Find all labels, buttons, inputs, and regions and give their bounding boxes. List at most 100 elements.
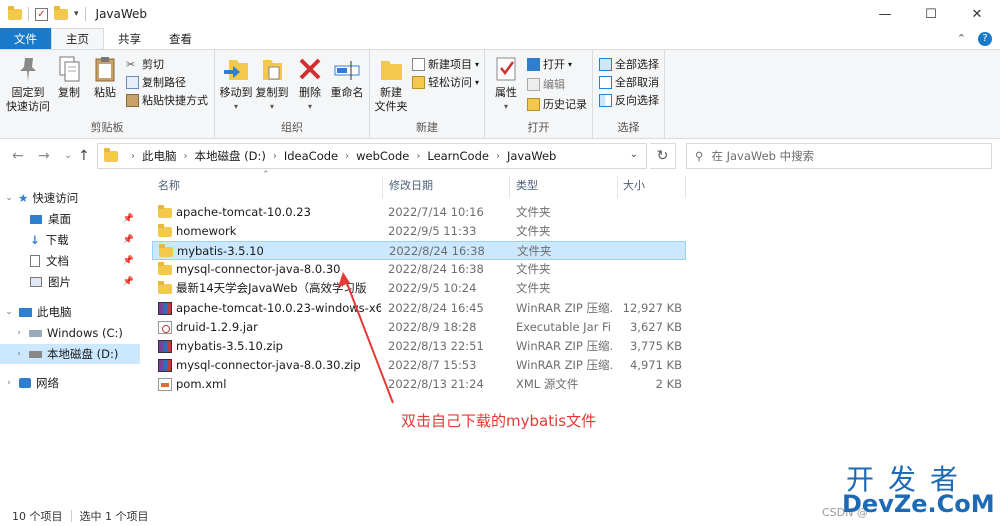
sidebar-item-network[interactable]: › 网络 bbox=[0, 373, 140, 393]
new-folder-quick-icon[interactable] bbox=[54, 5, 68, 20]
properties-quick-icon[interactable]: ✓ bbox=[35, 7, 48, 21]
properties-button[interactable]: 属性 ▾ bbox=[491, 54, 521, 114]
minimize-button[interactable]: — bbox=[862, 0, 908, 28]
chevron-right-icon[interactable]: › bbox=[184, 151, 188, 162]
open-button[interactable]: 打开 ▾ bbox=[527, 56, 572, 72]
file-type: WinRAR ZIP 压缩... bbox=[516, 357, 612, 372]
file-date: 2022/8/13 22:51 bbox=[388, 338, 484, 353]
column-header-size[interactable]: 大小 bbox=[623, 176, 645, 196]
chevron-right-icon[interactable]: › bbox=[14, 349, 24, 359]
tab-view[interactable]: 查看 bbox=[155, 28, 206, 49]
pin-icon[interactable]: 📌 bbox=[123, 277, 134, 287]
back-arrow-icon[interactable]: ← bbox=[12, 148, 24, 164]
new-item-button[interactable]: 新建项目 ▾ bbox=[412, 56, 479, 72]
invert-selection-button[interactable]: 反向选择 bbox=[599, 92, 659, 108]
file-date: 2022/8/24 16:38 bbox=[388, 262, 484, 277]
file-row[interactable]: pom.xml 2022/8/13 21:24 XML 源文件 2 KB bbox=[152, 375, 686, 394]
recent-locations-icon[interactable]: ⌄ bbox=[64, 150, 72, 161]
help-icon[interactable]: ? bbox=[978, 31, 992, 46]
star-icon: ★ bbox=[18, 191, 29, 205]
rename-button[interactable]: 重命名 bbox=[327, 54, 367, 100]
chevron-right-icon[interactable]: › bbox=[345, 151, 349, 162]
move-to-button[interactable]: 移动到 ▾ bbox=[217, 54, 255, 114]
search-input[interactable]: ⚲ 在 JavaWeb 中搜索 bbox=[686, 143, 992, 169]
file-list: 名称 ⌃ 修改日期 类型 大小 apache-tomcat-10.0.23 202… bbox=[152, 170, 692, 506]
file-row[interactable]: apache-tomcat-10.0.23 2022/7/14 10:16 文件夹 bbox=[152, 203, 686, 222]
file-row[interactable]: 最新14天学会JavaWeb（高效学习版 2022/9/5 10:24 文件夹 bbox=[152, 279, 686, 298]
column-header-date[interactable]: 修改日期 bbox=[389, 176, 433, 196]
file-row[interactable]: mybatis-3.5.10.zip 2022/8/13 22:51 WinRAR … bbox=[152, 337, 686, 356]
column-header-name[interactable]: 名称 bbox=[158, 176, 180, 196]
breadcrumb-webcode[interactable]: webCode bbox=[356, 149, 409, 163]
file-row[interactable]: mysql-connector-java-8.0.30 2022/8/24 16:… bbox=[152, 260, 686, 279]
copy-to-button[interactable]: 复制到 ▾ bbox=[253, 54, 291, 114]
column-divider[interactable] bbox=[685, 176, 686, 198]
file-row[interactable]: druid-1.2.9.jar 2022/8/9 18:28 Executable … bbox=[152, 318, 686, 337]
tab-file[interactable]: 文件 bbox=[0, 28, 51, 49]
column-header-type[interactable]: 类型 bbox=[516, 176, 538, 196]
address-bar[interactable]: › 此电脑 › 本地磁盘 (D:) › IdeaCode › webCode ›… bbox=[97, 143, 647, 169]
paste-button[interactable]: 粘贴 bbox=[88, 54, 122, 100]
easy-access-button[interactable]: 轻松访问 ▾ bbox=[412, 74, 479, 90]
chevron-down-icon[interactable]: ⌄ bbox=[4, 193, 14, 203]
file-type: WinRAR ZIP 压缩... bbox=[516, 300, 612, 315]
breadcrumb-javaweb[interactable]: JavaWeb bbox=[507, 149, 556, 163]
file-row[interactable]: homework 2022/9/5 11:33 文件夹 bbox=[152, 222, 686, 241]
tab-share[interactable]: 共享 bbox=[104, 28, 155, 49]
column-divider[interactable] bbox=[617, 176, 618, 198]
column-divider[interactable] bbox=[509, 176, 510, 198]
file-date: 2022/8/24 16:38 bbox=[389, 244, 485, 259]
customize-toolbar-icon[interactable]: ▾ bbox=[74, 9, 79, 19]
breadcrumb-this-pc[interactable]: 此电脑 bbox=[142, 148, 177, 164]
chevron-right-icon[interactable]: › bbox=[4, 378, 14, 388]
select-none-button[interactable]: 全部取消 bbox=[599, 74, 659, 90]
pin-icon[interactable]: 📌 bbox=[123, 256, 134, 266]
delete-button[interactable]: 删除 ▾ bbox=[295, 54, 325, 114]
chevron-right-icon[interactable]: › bbox=[496, 151, 500, 162]
up-arrow-icon[interactable]: ↑ bbox=[78, 148, 90, 164]
sidebar-item-desktop[interactable]: 桌面 📌 bbox=[0, 209, 140, 229]
new-folder-icon bbox=[376, 54, 406, 84]
file-row[interactable]: apache-tomcat-10.0.23-windows-x6 2022/8/2… bbox=[152, 299, 686, 318]
file-row[interactable]: mybatis-3.5.10 2022/8/24 16:38 文件夹 bbox=[152, 241, 686, 261]
chevron-right-icon[interactable]: › bbox=[273, 151, 277, 162]
chevron-down-icon[interactable]: ⌄ bbox=[630, 149, 638, 160]
column-divider[interactable] bbox=[382, 176, 383, 198]
breadcrumb-ideacode[interactable]: IdeaCode bbox=[284, 149, 338, 163]
sidebar-item-quick-access[interactable]: ⌄ ★ 快速访问 bbox=[0, 188, 140, 208]
copy-path-button[interactable]: 复制路径 bbox=[126, 74, 186, 90]
chevron-down-icon[interactable]: ⌄ bbox=[4, 307, 14, 317]
history-button[interactable]: 历史记录 bbox=[527, 96, 587, 112]
sidebar-item-documents[interactable]: 文档 📌 bbox=[0, 251, 140, 271]
file-row[interactable]: mysql-connector-java-8.0.30.zip 2022/8/7 … bbox=[152, 356, 686, 375]
sidebar-item-this-pc[interactable]: ⌄ 此电脑 bbox=[0, 302, 140, 322]
sidebar-item-downloads[interactable]: ↓ 下载 📌 bbox=[0, 230, 140, 250]
computer-icon bbox=[19, 307, 32, 317]
move-to-label: 移动到 bbox=[219, 86, 253, 99]
edit-button[interactable]: 编辑 bbox=[527, 76, 565, 92]
refresh-button[interactable]: ↻ bbox=[650, 143, 676, 169]
forward-arrow-icon[interactable]: → bbox=[38, 148, 50, 164]
maximize-button[interactable]: ☐ bbox=[908, 0, 954, 28]
sidebar-item-local-disk-d[interactable]: › 本地磁盘 (D:) bbox=[0, 344, 140, 364]
breadcrumb-learncode[interactable]: LearnCode bbox=[427, 149, 489, 163]
paste-shortcut-button[interactable]: 粘贴快捷方式 bbox=[126, 92, 208, 108]
sidebar-item-windows-c[interactable]: › Windows (C:) bbox=[0, 323, 140, 343]
cut-button[interactable]: ✂ 剪切 bbox=[126, 56, 164, 72]
chevron-right-icon[interactable]: › bbox=[416, 151, 420, 162]
pin-icon[interactable]: 📌 bbox=[123, 214, 134, 224]
close-button[interactable]: ✕ bbox=[954, 0, 1000, 28]
select-all-button[interactable]: 全部选择 bbox=[599, 56, 659, 72]
copy-button[interactable]: 复制 bbox=[52, 54, 86, 100]
file-size bbox=[612, 279, 682, 298]
pin-quick-access-button[interactable]: 固定到 快速访问 bbox=[6, 54, 50, 114]
breadcrumb-local-disk[interactable]: 本地磁盘 (D:) bbox=[195, 148, 266, 164]
chevron-right-icon[interactable]: › bbox=[131, 151, 135, 162]
pin-icon[interactable]: 📌 bbox=[123, 235, 134, 245]
sidebar-item-pictures[interactable]: 图片 📌 bbox=[0, 272, 140, 292]
new-folder-button[interactable]: 新建 文件夹 bbox=[372, 54, 410, 114]
folder-icon bbox=[158, 281, 172, 295]
collapse-ribbon-icon[interactable]: ⌃ bbox=[957, 32, 966, 45]
chevron-right-icon[interactable]: › bbox=[14, 328, 24, 338]
tab-home[interactable]: 主页 bbox=[51, 28, 104, 49]
